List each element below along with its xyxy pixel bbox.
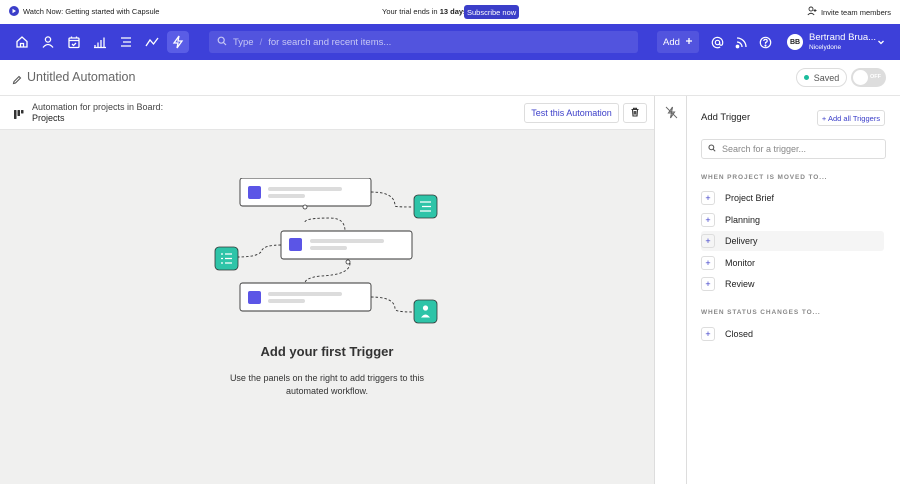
trigger-panel: Add Trigger + Add all Triggers Search fo… xyxy=(687,96,900,484)
add-label: Add xyxy=(663,36,680,48)
saved-dot-icon xyxy=(803,75,809,80)
plus-icon: + xyxy=(701,191,715,205)
trigger-item[interactable]: + Review xyxy=(701,274,884,294)
add-all-triggers-button[interactable]: + Add all Triggers xyxy=(817,110,885,126)
automation-toggle[interactable]: OFF xyxy=(851,68,886,87)
calendar-icon[interactable] xyxy=(63,31,85,53)
invite-label: Invite team members xyxy=(820,7,891,17)
search-icon xyxy=(217,36,227,49)
toggle-label: OFF xyxy=(870,74,881,80)
search-type-label: Type xyxy=(233,36,254,48)
workflow-illustration xyxy=(214,178,438,324)
bar-chart-icon[interactable] xyxy=(89,31,111,53)
automation-title[interactable]: Untitled Automation xyxy=(27,70,135,84)
trigger-item-label: Planning xyxy=(725,215,761,225)
avatar[interactable]: BB xyxy=(787,34,803,50)
trigger-item-label: Project Brief xyxy=(725,193,775,203)
automation-canvas: Automation for projects in Board: Projec… xyxy=(0,96,654,484)
watch-now-link[interactable]: Watch Now: Getting started with Capsule xyxy=(9,6,159,16)
user-name[interactable]: Bertrand Brua... xyxy=(809,32,876,43)
plus-icon: + xyxy=(701,277,715,291)
trial-notice: Your trial ends in 13 days xyxy=(382,7,467,16)
trial-prefix: Your trial ends in xyxy=(382,7,440,16)
board-description: Automation for projects in Board: xyxy=(32,102,164,112)
trigger-item[interactable]: + Delivery xyxy=(701,231,884,251)
person-icon[interactable] xyxy=(37,31,59,53)
board-icon xyxy=(13,107,24,125)
empty-state-title: Add your first Trigger xyxy=(260,344,394,359)
trigger-item-label: Monitor xyxy=(725,258,756,268)
announcement-bar: Watch Now: Getting started with Capsule … xyxy=(0,0,900,24)
plus-icon: + xyxy=(701,213,715,227)
saved-label: Saved xyxy=(813,72,840,83)
trigger-search-placeholder: Search for a trigger... xyxy=(722,144,807,154)
panel-divider xyxy=(654,96,687,484)
trigger-item[interactable]: + Monitor xyxy=(701,253,884,273)
user-org: Nicelydone xyxy=(809,44,842,51)
list-icon[interactable] xyxy=(115,31,137,53)
toggle-knob xyxy=(853,70,868,85)
empty-state-description: Use the panels on the right to add trigg… xyxy=(229,373,425,396)
mention-icon[interactable] xyxy=(706,31,728,53)
global-search-input[interactable]: Type / for search and recent items... xyxy=(209,31,638,53)
delete-button[interactable] xyxy=(623,103,647,123)
trigger-item-label: Closed xyxy=(725,329,754,339)
search-separator: / xyxy=(259,36,263,48)
trigger-item-label: Review xyxy=(725,279,755,289)
subscribe-button[interactable]: Subscribe now xyxy=(464,5,520,19)
home-icon[interactable] xyxy=(11,31,33,53)
section-project-moved: WHEN PROJECT IS MOVED TO... xyxy=(701,174,828,181)
trigger-item-label: Delivery xyxy=(725,236,758,246)
trash-icon xyxy=(630,104,640,122)
trigger-item[interactable]: + Planning xyxy=(701,210,884,230)
trigger-item[interactable]: + Project Brief xyxy=(701,188,884,208)
collapse-automation-icon[interactable] xyxy=(660,101,682,123)
play-icon xyxy=(9,6,19,16)
saved-status: Saved xyxy=(796,68,847,87)
pencil-icon[interactable] xyxy=(12,72,22,90)
trigger-panel-title: Add Trigger xyxy=(701,112,751,123)
trend-icon[interactable] xyxy=(141,31,163,53)
search-icon xyxy=(708,144,716,154)
plus-icon: + xyxy=(701,327,715,341)
main-navbar: Type / for search and recent items... Ad… xyxy=(0,24,900,60)
board-name[interactable]: Projects xyxy=(32,113,65,123)
trigger-item[interactable]: + Closed xyxy=(701,324,884,344)
automation-icon[interactable] xyxy=(167,31,189,53)
add-button[interactable]: Add xyxy=(657,31,699,53)
watch-now-label: Watch Now: Getting started with Capsule xyxy=(23,6,160,16)
invite-team-link[interactable]: Invite team members xyxy=(807,6,891,18)
plus-icon xyxy=(685,37,693,48)
board-bar: Automation for projects in Board: Projec… xyxy=(0,96,654,130)
trigger-search-input[interactable]: Search for a trigger... xyxy=(701,139,886,159)
help-icon[interactable] xyxy=(754,31,776,53)
section-status-changes: WHEN STATUS CHANGES TO... xyxy=(701,309,821,316)
add-user-icon xyxy=(807,6,817,18)
plus-icon: + xyxy=(701,234,715,248)
test-automation-button[interactable]: Test this Automation xyxy=(524,103,619,123)
search-placeholder: for search and recent items... xyxy=(268,36,392,48)
automation-header: Untitled Automation Saved OFF xyxy=(0,60,900,96)
chevron-down-icon[interactable] xyxy=(874,31,888,53)
feed-icon[interactable] xyxy=(730,31,752,53)
plus-icon: + xyxy=(701,256,715,270)
